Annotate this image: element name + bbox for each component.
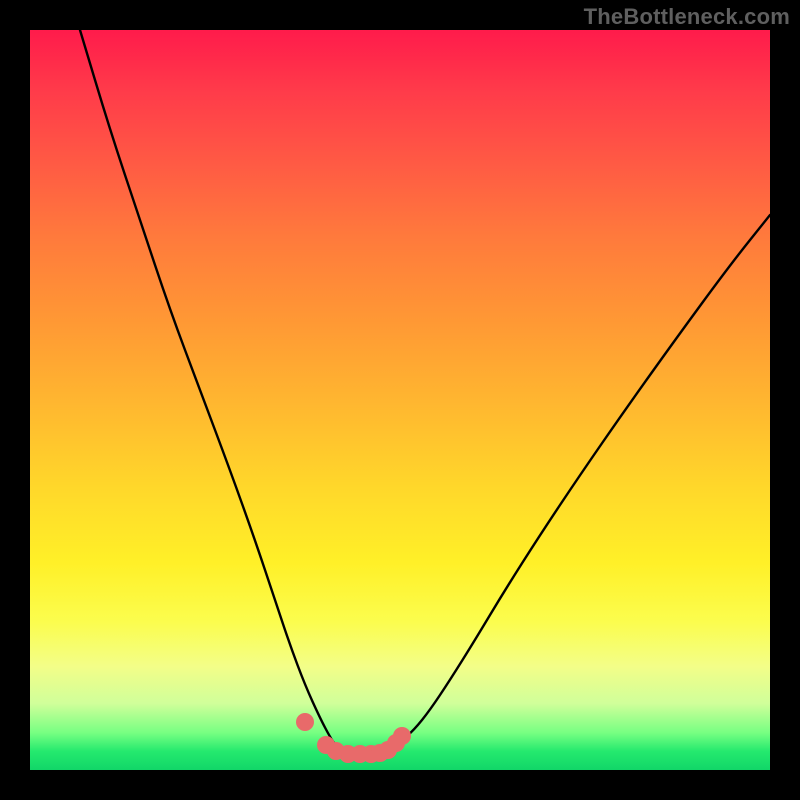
marker-point xyxy=(296,713,314,731)
plot-area xyxy=(30,30,770,770)
chart-frame: TheBottleneck.com xyxy=(0,0,800,800)
watermark-text: TheBottleneck.com xyxy=(584,4,790,30)
marker-point xyxy=(393,727,411,745)
marker-group xyxy=(296,713,411,763)
chart-svg xyxy=(30,30,770,770)
bottleneck-curve xyxy=(80,30,770,757)
